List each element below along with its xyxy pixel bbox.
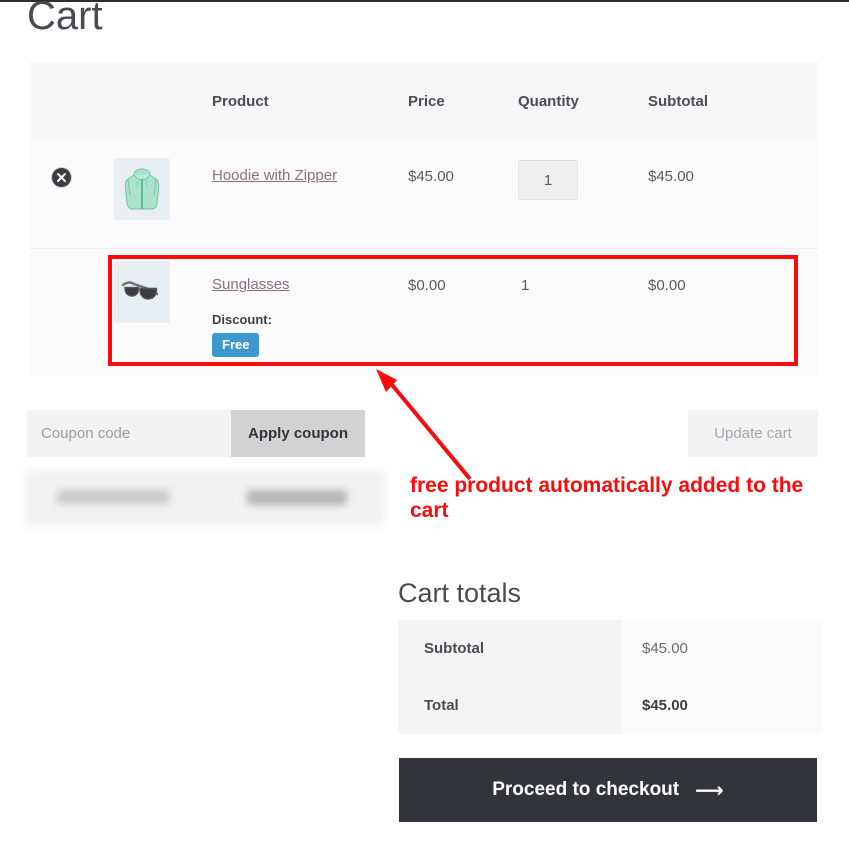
redacted-bar — [25, 470, 385, 526]
cart-table: Product Price Quantity Subtotal Hoodie w… — [30, 62, 818, 376]
remove-circle-icon[interactable] — [51, 168, 71, 187]
checkout-label: Proceed to checkout — [492, 779, 680, 800]
totals-value-column: $45.00 $45.00 — [622, 620, 822, 734]
discount-label: Discount: — [212, 312, 272, 327]
cart-totals-title: Cart totals — [398, 578, 522, 608]
header-quantity: Quantity — [518, 92, 579, 110]
totals-label-column: Subtotal Total — [398, 620, 622, 734]
proceed-to-checkout-button[interactable]: Proceed to checkout ⟶ — [399, 758, 817, 822]
top-border — [0, 0, 849, 2]
header-price: Price — [408, 92, 445, 110]
update-cart-button[interactable]: Update cart — [688, 410, 818, 457]
remove-cell — [30, 140, 92, 187]
totals-total-label: Total — [424, 697, 459, 714]
cart-totals-table: Subtotal Total $45.00 $45.00 — [398, 620, 822, 734]
thumbnail-cell — [92, 249, 202, 323]
subtotal-value: $0.00 — [648, 277, 686, 294]
price-cell: $0.00 — [408, 249, 518, 294]
subtotal-value: $45.00 — [648, 168, 694, 185]
quantity-cell: 1 — [518, 140, 648, 200]
thumbnail-cell — [92, 140, 202, 220]
free-badge: Free — [212, 333, 260, 357]
table-row: Sunglasses Discount: Free $0.00 1 $0.00 — [30, 248, 818, 376]
totals-subtotal-label: Subtotal — [424, 640, 484, 657]
price-value: $45.00 — [408, 168, 454, 185]
header-subtotal: Subtotal — [648, 92, 708, 110]
price-cell: $45.00 — [408, 140, 518, 185]
apply-coupon-button[interactable]: Apply coupon — [231, 410, 365, 457]
quantity-cell: 1 — [518, 249, 648, 294]
table-row: Hoodie with Zipper $45.00 1 $45.00 — [30, 140, 818, 248]
product-link[interactable]: Sunglasses — [212, 276, 290, 293]
quantity-value: 1 — [521, 277, 530, 294]
quantity-input[interactable]: 1 — [518, 160, 578, 200]
product-link[interactable]: Hoodie with Zipper — [212, 167, 337, 184]
annotation-text: free product automatically added to the … — [410, 474, 804, 523]
discount-block: Discount: Free — [212, 312, 408, 357]
cart-page: Cart Product Price Quantity Subtotal Hoo… — [0, 0, 849, 856]
coupon-input[interactable]: Coupon code — [27, 410, 231, 457]
sunglasses-thumbnail[interactable] — [114, 261, 170, 323]
arrow-right-icon: ⟶ — [695, 778, 724, 802]
redacted-block — [247, 490, 347, 505]
header-product: Product — [212, 92, 269, 110]
hoodie-thumbnail[interactable] — [114, 158, 170, 220]
page-title: Cart — [27, 0, 103, 38]
totals-total-value: $45.00 — [642, 697, 688, 714]
product-name-cell: Sunglasses Discount: Free — [202, 249, 408, 357]
product-name-cell: Hoodie with Zipper — [202, 140, 408, 185]
totals-subtotal-value: $45.00 — [642, 640, 688, 657]
cart-table-header: Product Price Quantity Subtotal — [30, 62, 818, 140]
redacted-block — [57, 490, 169, 504]
price-value: $0.00 — [408, 277, 446, 294]
subtotal-cell: $0.00 — [648, 249, 818, 294]
subtotal-cell: $45.00 — [648, 140, 818, 185]
